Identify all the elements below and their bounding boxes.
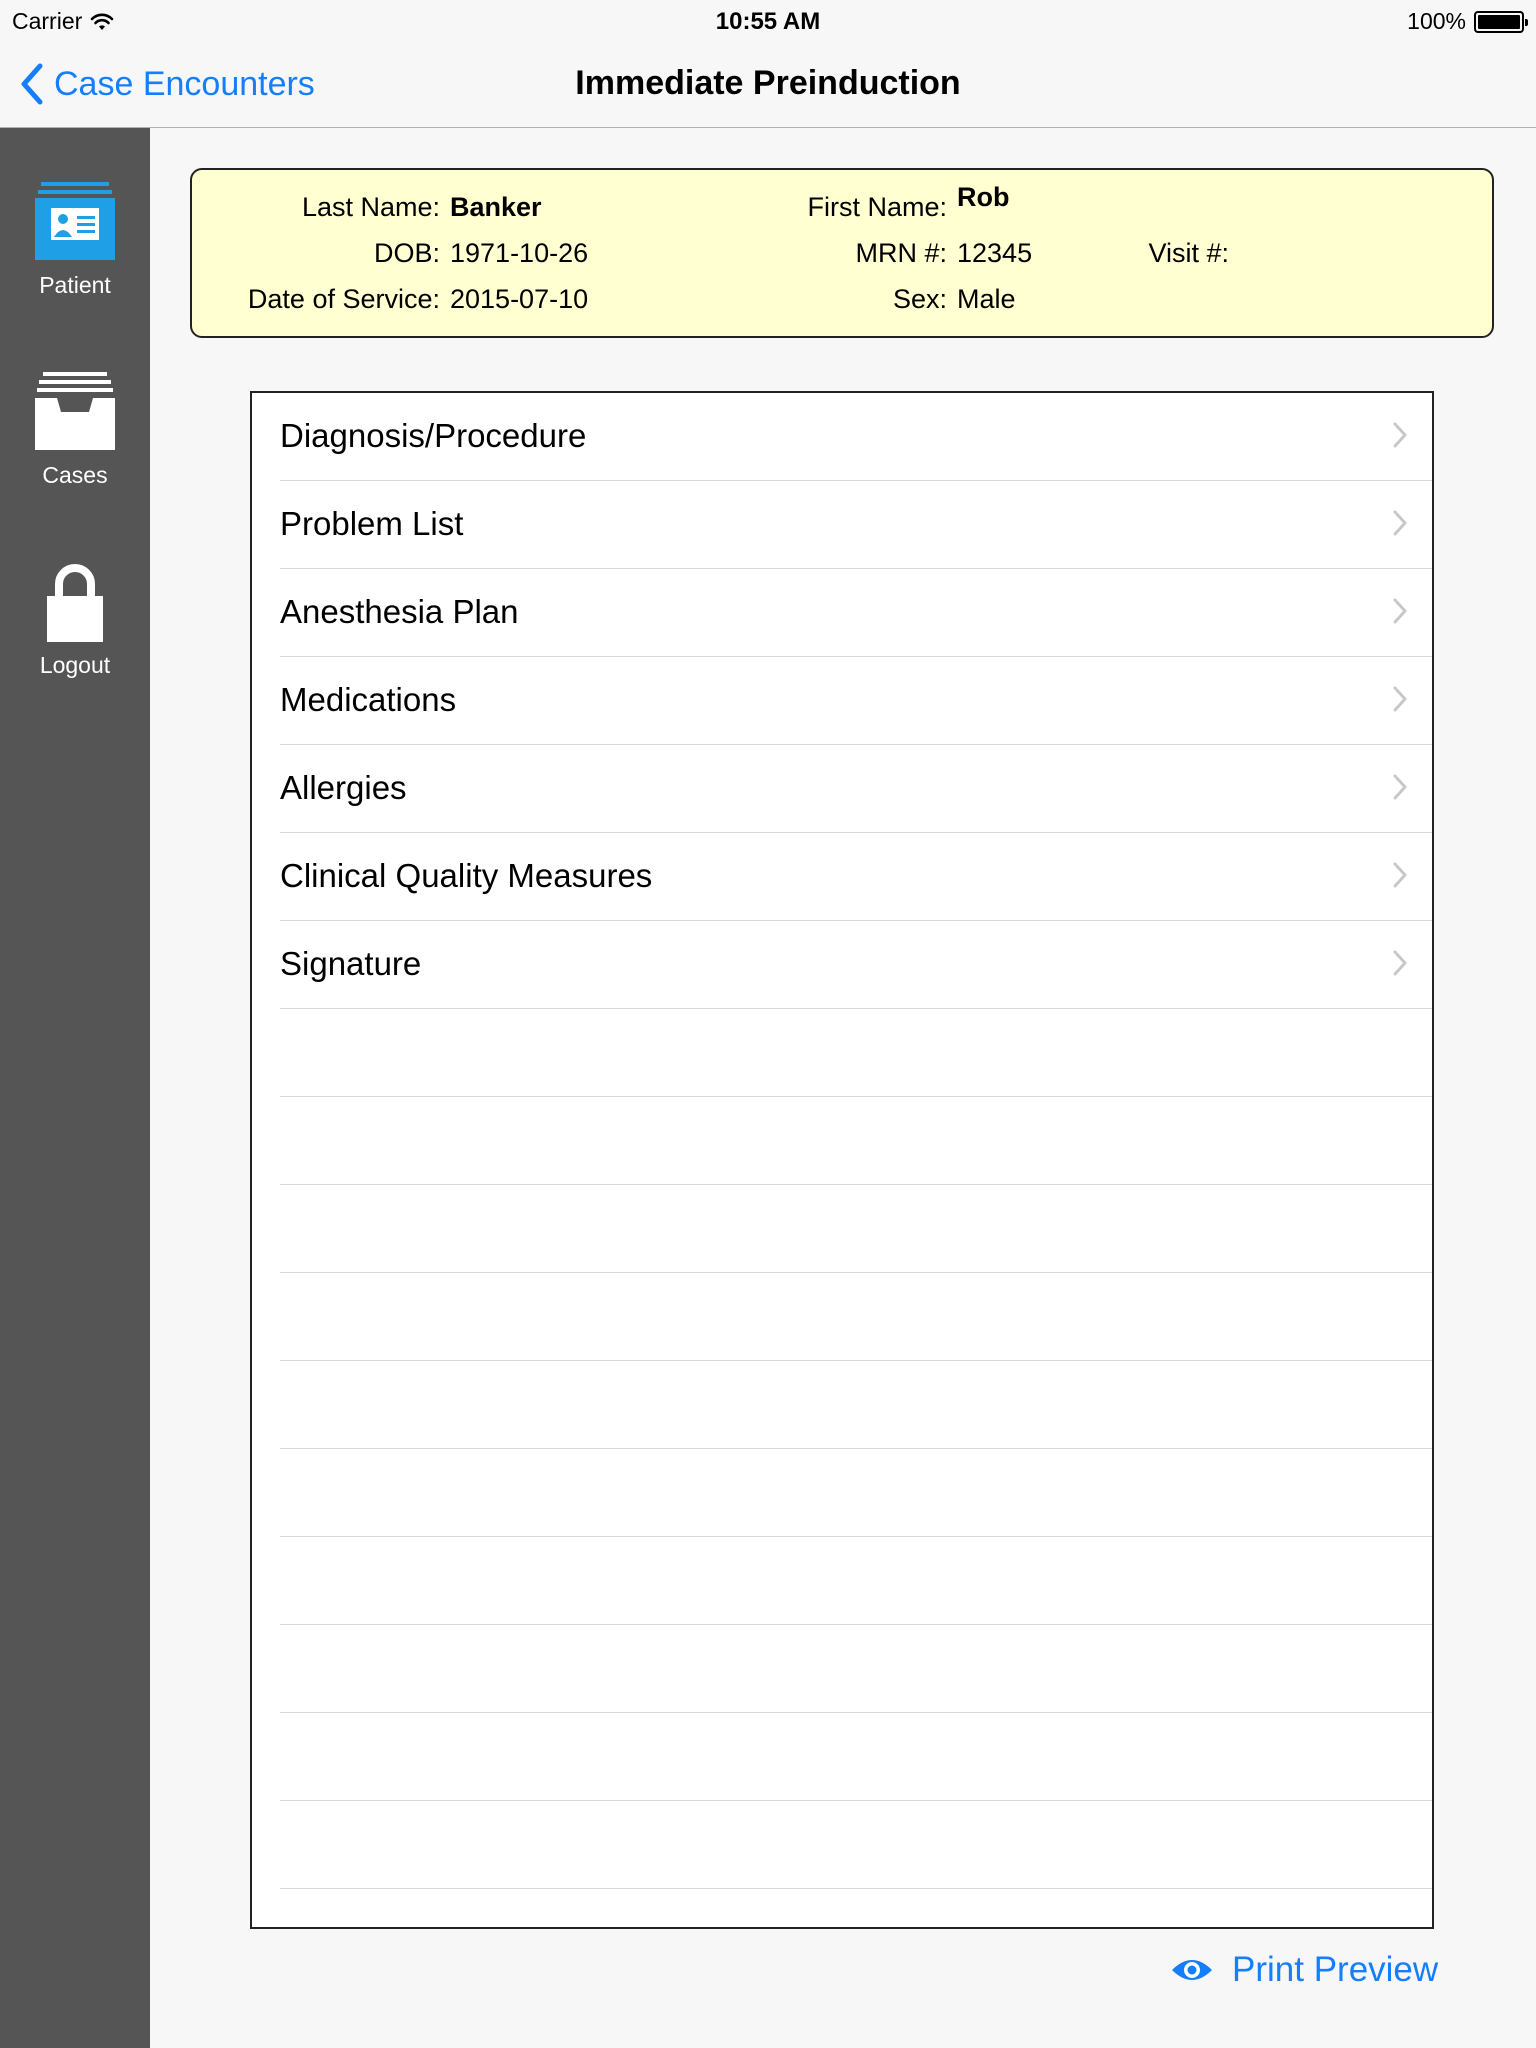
dob-value: 1971-10-26	[450, 238, 589, 268]
sex-label: Sex:	[892, 284, 947, 314]
empty-table-row	[280, 1625, 1432, 1713]
menu-row-clinical-quality-measures[interactable]: Clinical Quality Measures	[280, 833, 1432, 921]
menu-row-label: Diagnosis/Procedure	[280, 417, 587, 454]
empty-table-row	[280, 1009, 1432, 1097]
chevron-right-icon	[1393, 422, 1407, 448]
empty-table-row	[280, 1097, 1432, 1185]
chevron-right-icon	[1393, 862, 1407, 888]
patient-card-icon	[35, 182, 115, 260]
visit-label: Visit #:	[1148, 238, 1229, 268]
battery-indicator: 100%	[1407, 8, 1528, 35]
sidebar-item-label: Patient	[39, 272, 111, 298]
empty-table-row	[280, 1713, 1432, 1801]
empty-table-row	[280, 1801, 1432, 1889]
status-bar: Carrier 10:55 AM 100%	[0, 0, 1536, 40]
menu-row-diagnosis-procedure[interactable]: Diagnosis/Procedure	[280, 393, 1432, 481]
cases-tray-icon	[35, 372, 115, 450]
sidebar-item-cases[interactable]: Cases	[0, 372, 150, 489]
menu-row-label: Allergies	[280, 769, 407, 806]
print-preview-button[interactable]: Print Preview	[1170, 1940, 1438, 2000]
date-of-service-label: Date of Service:	[247, 284, 440, 314]
section-menu-table: Diagnosis/Procedure Problem List Anesthe…	[250, 391, 1434, 1929]
eye-icon	[1172, 1960, 1212, 1980]
chevron-right-icon	[1393, 510, 1407, 536]
menu-row-allergies[interactable]: Allergies	[280, 745, 1432, 833]
print-preview-label: Print Preview	[1232, 1950, 1439, 1989]
empty-table-row	[280, 1185, 1432, 1273]
sidebar-item-logout[interactable]: Logout	[0, 564, 150, 679]
menu-row-signature[interactable]: Signature	[280, 921, 1432, 1009]
sidebar-item-patient[interactable]: Patient	[0, 180, 150, 299]
empty-table-row	[280, 1537, 1432, 1625]
sidebar-item-label: Cases	[42, 462, 108, 488]
page-title: Immediate Preinduction	[575, 64, 961, 102]
sidebar-item-label: Logout	[39, 652, 111, 678]
menu-row-anesthesia-plan[interactable]: Anesthesia Plan	[280, 569, 1432, 657]
chevron-right-icon	[1393, 774, 1407, 800]
first-name-value: Rob	[957, 182, 1010, 212]
menu-row-label: Problem List	[280, 505, 464, 542]
navigation-bar: Case Encounters Immediate Preinduction	[0, 40, 1536, 128]
chevron-right-icon	[1393, 686, 1407, 712]
menu-row-label: Signature	[280, 945, 422, 982]
menu-row-problem-list[interactable]: Problem List	[280, 481, 1432, 569]
empty-table-row	[280, 1273, 1432, 1361]
menu-row-label: Clinical Quality Measures	[280, 857, 653, 894]
lock-icon	[47, 564, 103, 642]
sex-value: Male	[957, 284, 1016, 314]
battery-percent: 100%	[1407, 8, 1466, 34]
last-name-value: Banker	[450, 192, 542, 222]
status-time: 10:55 AM	[715, 8, 821, 35]
chevron-right-icon	[1393, 598, 1407, 624]
empty-table-row	[280, 1361, 1432, 1449]
menu-row-label: Anesthesia Plan	[280, 593, 519, 630]
first-name-label: First Name:	[807, 192, 947, 222]
battery-icon	[1474, 10, 1528, 33]
mrn-label: MRN #:	[855, 238, 947, 268]
last-name-label: Last Name:	[301, 192, 440, 222]
patient-info-card: Last Name: Banker First Name: Rob DOB: 1…	[190, 168, 1494, 338]
chevron-right-icon	[1393, 950, 1407, 976]
date-of-service-value: 2015-07-10	[450, 284, 589, 314]
menu-row-medications[interactable]: Medications	[280, 657, 1432, 745]
dob-label: DOB:	[373, 238, 440, 268]
mrn-value: 12345	[957, 238, 1033, 268]
empty-table-row	[280, 1449, 1432, 1537]
menu-row-label: Medications	[280, 681, 457, 718]
sidebar: Patient Cases Logout	[0, 128, 150, 2048]
main-content: Last Name: Banker First Name: Rob DOB: 1…	[150, 128, 1536, 2048]
